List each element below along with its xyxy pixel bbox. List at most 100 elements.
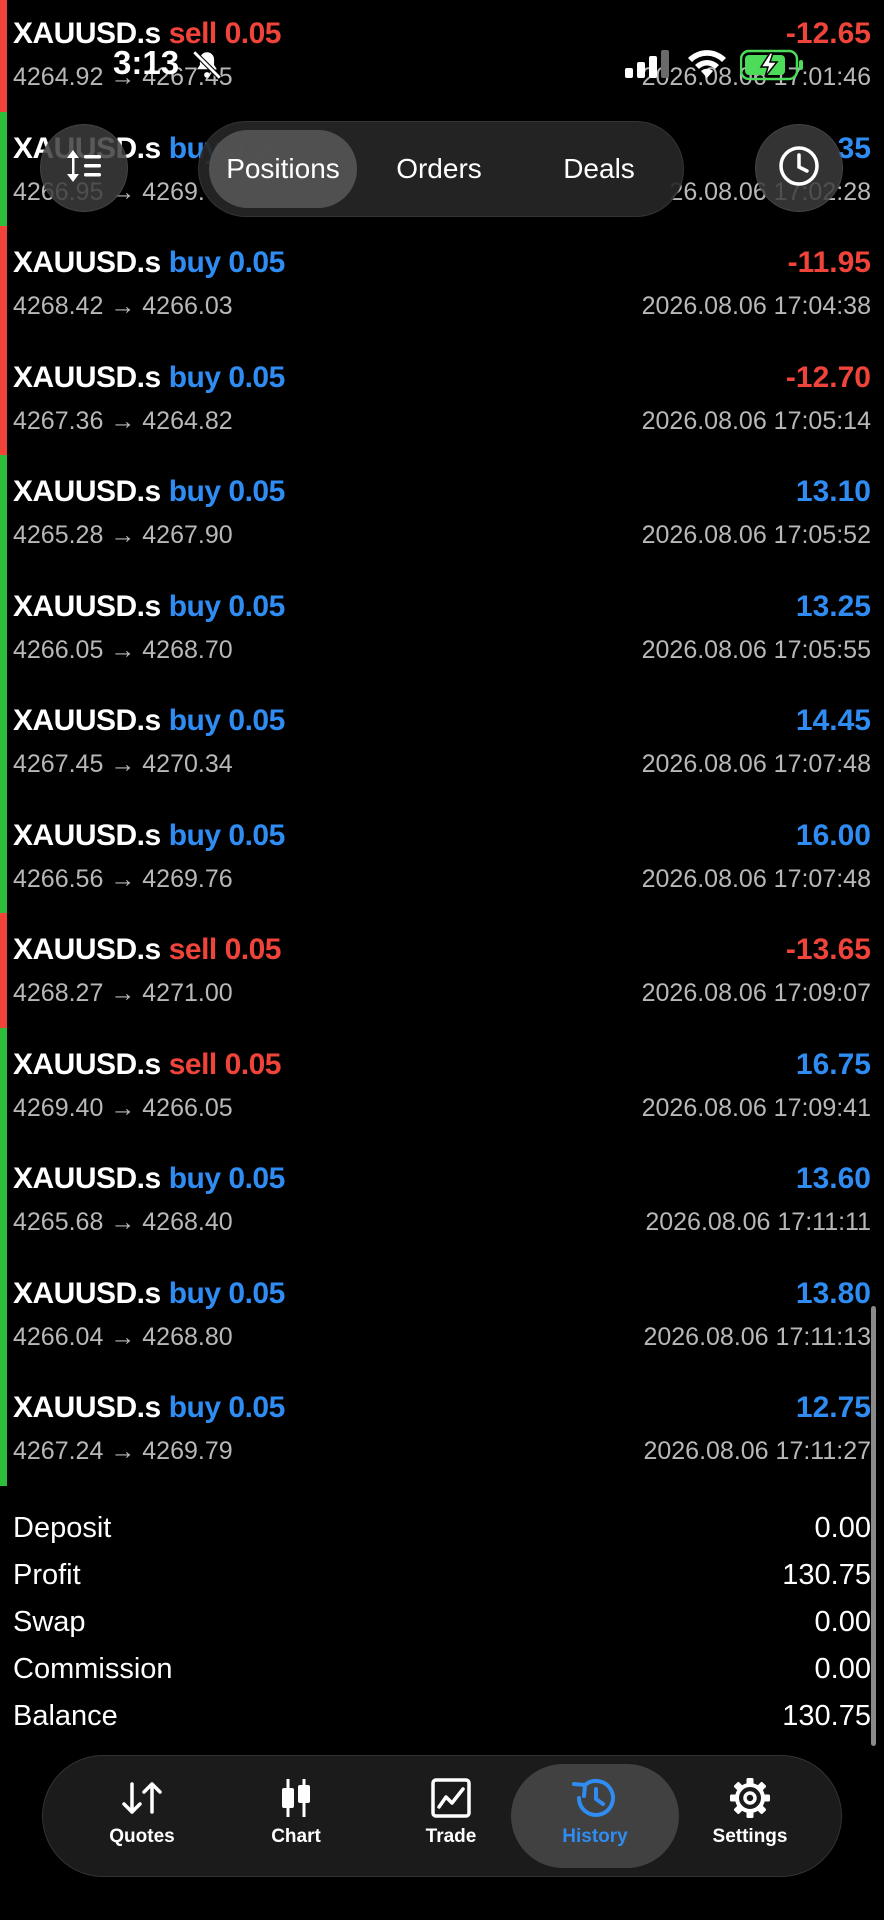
- trade-symbol: XAUUSD.s: [13, 360, 161, 394]
- trade-symbol: XAUUSD.s: [13, 1391, 161, 1424]
- open-price: 4268.42: [13, 292, 104, 320]
- gear-icon: [728, 1776, 772, 1820]
- summary-label: Commission: [13, 1653, 173, 1685]
- trade-volume: 0.05: [224, 1047, 282, 1081]
- open-price: 4266.04: [13, 1322, 104, 1351]
- quotes-arrows-icon: [120, 1776, 164, 1820]
- trade-volume: 0.05: [228, 818, 285, 852]
- history-clock-icon: [571, 1776, 619, 1820]
- trade-prices: 4267.45 → 4270.34: [13, 750, 233, 778]
- trade-row[interactable]: XAUUSD.s sell 0.05 4268.27 → 4271.00 -13.65…: [0, 913, 884, 1028]
- tab-label: Chart: [271, 1826, 321, 1847]
- close-price: 4266.03: [142, 292, 233, 320]
- summary-value: 130.75: [782, 1700, 871, 1732]
- trade-side: sell 0.05: [168, 933, 282, 966]
- trade-row[interactable]: XAUUSD.s buy 0.05 4266.05 → 4268.70 13.25 20…: [0, 569, 884, 684]
- tab-label: Settings: [712, 1826, 788, 1847]
- profit-indicator-bar: [0, 226, 7, 341]
- profit-indicator-bar: [0, 569, 7, 684]
- trade-row[interactable]: XAUUSD.s buy 0.05 4265.68 → 4268.40 13.60 20…: [0, 1142, 884, 1257]
- trade-prices: 4265.28 → 4267.90: [13, 521, 233, 549]
- history-summary: Deposit 0.00 Profit 130.75 Swap 0.00 Commissio…: [0, 1508, 884, 1743]
- wifi-icon: [686, 48, 728, 85]
- trade-side: buy 0.05: [168, 704, 286, 737]
- trade-row[interactable]: XAUUSD.s buy 0.05 4266.56 → 4269.76 16.00 20…: [0, 798, 884, 913]
- trade-profit: 16.75: [795, 1047, 871, 1081]
- trade-profit: -13.65: [785, 933, 871, 966]
- cellular-signal-icon: [625, 50, 671, 83]
- segment-orders[interactable]: Orders: [364, 130, 514, 208]
- trade-time: 2026.08.06 17:11:13: [643, 1322, 871, 1351]
- open-price: 4268.27: [13, 979, 104, 1007]
- trade-profit: 13.60: [795, 1162, 871, 1195]
- trade-side: buy 0.05: [168, 1162, 286, 1195]
- open-price: 4267.24: [13, 1437, 104, 1465]
- trade-profit: 16.00: [795, 818, 871, 852]
- tab-bar: Quotes Chart Trade History Settings: [42, 1755, 842, 1877]
- summary-row-deposit: Deposit 0.00: [0, 1508, 884, 1555]
- trade-title: XAUUSD.s sell 0.05: [13, 1048, 281, 1082]
- open-price: 4269.40: [13, 1093, 104, 1122]
- segment-positions[interactable]: Positions: [209, 130, 357, 208]
- summary-value: 0.00: [814, 1512, 871, 1544]
- trade-profit: 13.80: [795, 1276, 871, 1310]
- tab-trade[interactable]: Trade: [376, 1764, 526, 1868]
- trade-row[interactable]: XAUUSD.s sell 0.05 4269.40 → 4266.05 16.75 2…: [0, 1027, 884, 1142]
- tab-quotes[interactable]: Quotes: [67, 1764, 217, 1868]
- close-price: 4269.76: [142, 864, 233, 893]
- profit-indicator-bar: [0, 340, 7, 455]
- trade-row[interactable]: XAUUSD.s buy 0.05 4267.36 → 4264.82 -12.70 2…: [0, 340, 884, 455]
- tab-chart[interactable]: Chart: [221, 1764, 371, 1868]
- trade-profit: 14.45: [795, 704, 871, 737]
- open-price: 4265.28: [13, 521, 104, 549]
- close-price: 4268.70: [142, 635, 233, 664]
- trade-side: sell 0.05: [168, 1047, 282, 1081]
- trade-symbol: XAUUSD.s: [13, 1047, 161, 1081]
- trade-profit: -11.95: [787, 246, 871, 279]
- history-segment-control[interactable]: Positions Orders Deals: [198, 121, 684, 217]
- summary-row-profit: Profit 130.75: [0, 1555, 884, 1602]
- segment-deals[interactable]: Deals: [524, 130, 674, 208]
- trade-profit: -12.70: [785, 360, 871, 394]
- trade-time: 2026.08.06 17:09:41: [641, 1093, 871, 1122]
- trade-volume: 0.05: [228, 1162, 285, 1195]
- trade-row[interactable]: XAUUSD.s buy 0.05 4266.04 → 4268.80 13.80 20…: [0, 1256, 884, 1371]
- open-price: 4266.05: [13, 635, 104, 664]
- tab-label: Trade: [425, 1826, 477, 1847]
- tab-label: History: [562, 1826, 628, 1847]
- trade-volume: 0.05: [228, 475, 285, 508]
- trade-time: 2026.08.06 17:05:52: [641, 521, 871, 549]
- tab-history[interactable]: History: [511, 1764, 679, 1868]
- summary-value: 0.00: [814, 1606, 871, 1638]
- profit-indicator-bar: [0, 1371, 7, 1486]
- close-price: 4268.80: [142, 1322, 233, 1351]
- trade-title: XAUUSD.sbuy 0.05: [13, 475, 285, 509]
- trade-volume: 0.05: [228, 1391, 285, 1424]
- bell-muted-icon: [190, 48, 224, 87]
- clock-icon: [777, 144, 821, 193]
- scrollbar[interactable]: [871, 1306, 876, 1746]
- trade-row[interactable]: XAUUSD.s buy 0.05 4265.28 → 4267.90 13.10 20…: [0, 455, 884, 570]
- trade-title: XAUUSD.sbuy 0.05: [13, 590, 285, 624]
- summary-label: Deposit: [13, 1512, 112, 1544]
- trade-prices: 4268.27 → 4271.00: [13, 979, 233, 1007]
- trade-symbol: XAUUSD.s: [13, 818, 161, 852]
- trade-row[interactable]: XAUUSD.s buy 0.05 4268.42 → 4266.03 -11.95 2…: [0, 226, 884, 341]
- trade-title: XAUUSD.s sell 0.05: [13, 933, 281, 967]
- summary-label: Profit: [13, 1559, 81, 1591]
- summary-value: 0.00: [814, 1653, 871, 1685]
- period-button[interactable]: [755, 124, 843, 212]
- trade-row[interactable]: XAUUSD.s buy 0.05 4267.24 → 4269.79 12.75 20…: [0, 1371, 884, 1486]
- trade-title: XAUUSD.sbuy 0.05: [13, 1277, 285, 1311]
- trade-time: 2026.08.06 17:07:48: [641, 864, 871, 893]
- trade-time: 2026.08.06 17:04:38: [641, 292, 871, 320]
- trade-time: 2026.08.06 17:05:14: [641, 406, 871, 435]
- profit-indicator-bar: [0, 1256, 7, 1371]
- close-price: 4270.34: [142, 750, 233, 778]
- summary-label: Balance: [13, 1700, 118, 1732]
- trade-time: 2026.08.06 17:07:48: [641, 750, 871, 778]
- sort-button[interactable]: [40, 124, 128, 212]
- tab-settings[interactable]: Settings: [675, 1764, 825, 1868]
- trade-prices: 4268.42 → 4266.03: [13, 292, 233, 320]
- trade-row[interactable]: XAUUSD.s buy 0.05 4267.45 → 4270.34 14.45 20…: [0, 684, 884, 799]
